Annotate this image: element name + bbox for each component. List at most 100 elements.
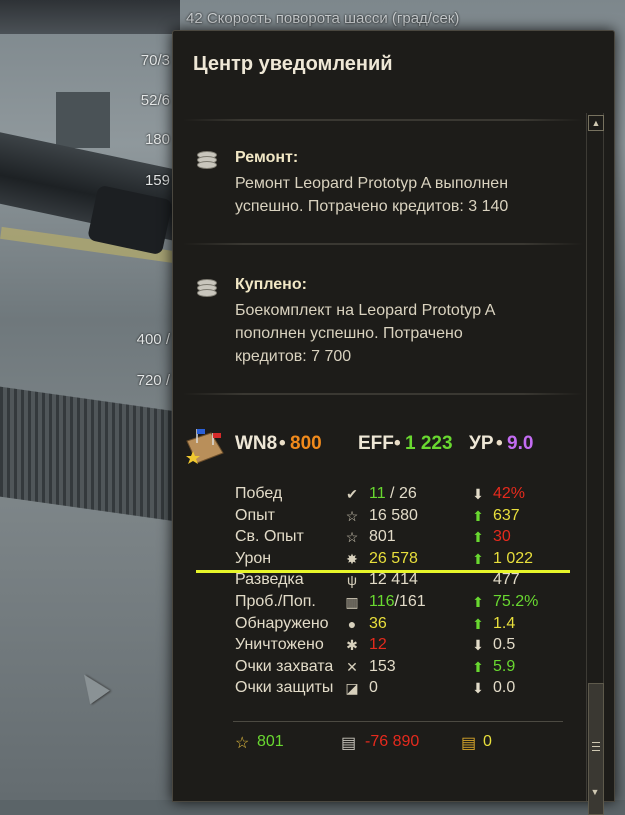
notification-line: Ремонт Leopard Prototyp A выполнен — [235, 175, 509, 192]
stat-value-extra: /161 — [394, 593, 426, 610]
notification-body: Ремонт Leopard Prototyp A выполнен успеш… — [235, 172, 565, 218]
trend-up-icon: ⬆ — [472, 615, 484, 632]
stat-trend-value: 1 022 — [493, 549, 534, 567]
stat-label: Опыт — [235, 506, 275, 524]
stat-value-main: 36 — [369, 614, 387, 632]
divider — [183, 393, 583, 395]
stat-label: Очки захвата — [235, 657, 334, 675]
total-gold-value: 0 — [483, 733, 492, 750]
destroyed-icon: ✱ — [346, 637, 358, 654]
stat-value: 153 — [369, 658, 396, 676]
stat-trend-value: 42% — [493, 485, 526, 502]
rating-dot: • — [279, 433, 286, 454]
ur-value: 9.0 — [507, 433, 534, 454]
stat-row: Очки защиты ◪ 0 ⬇ 0.0 — [235, 679, 565, 700]
divider — [183, 119, 583, 121]
floor-grate — [0, 386, 190, 524]
stat-trend-value: 30 — [493, 528, 511, 546]
trend-down-icon: ⬇ — [472, 486, 484, 502]
stat-value-main: 12 — [369, 636, 387, 654]
stat-value-main: 16 580 — [369, 506, 418, 524]
penetration-icon: ▥ — [345, 594, 359, 610]
vehicle-stat-number: 720 / — [136, 372, 170, 389]
notification-line: пополнен успешно. Потрачено — [235, 325, 463, 342]
vehicle-stat-number: 70/3 — [140, 52, 170, 69]
notification-line: Боекомплект на Leopard Prototyp A — [235, 302, 496, 319]
stat-row: Опыт ☆ 16 580 ⬆ 637 — [235, 507, 565, 528]
eff-value: 1 223 — [405, 433, 453, 454]
eff-label: EFF — [358, 433, 394, 454]
stat-trend-value: 0.5 — [493, 636, 516, 654]
notification-line: кредитов: 7 700 — [235, 348, 352, 365]
stat-label: Обнаружено — [235, 614, 329, 632]
stat-row: Побед ✔ 11 / 26 ⬇ 42% — [235, 485, 565, 506]
scroll-up-button[interactable]: ▲ — [588, 115, 604, 131]
divider — [233, 721, 563, 722]
stat-label: Урон — [235, 549, 272, 567]
stat-trend-value: 75.2% — [493, 593, 539, 610]
detected-icon: ● — [347, 615, 357, 632]
grip-line — [592, 746, 600, 747]
stat-label: Очки защиты — [235, 679, 334, 697]
session-stats-medal-icon — [186, 429, 224, 464]
trend-down-icon: ⬇ — [472, 637, 484, 654]
stat-value-main: 801 — [369, 528, 396, 546]
stat-trend-value: 0.0 — [493, 679, 516, 697]
stat-label: Св. Опыт — [235, 528, 304, 546]
scroll-down-button[interactable]: ▼ — [588, 785, 602, 799]
gold-icon: ▤ — [461, 735, 477, 752]
stat-value-main: 0 — [369, 679, 378, 697]
stat-trend-value: 637 — [493, 506, 520, 524]
stat-value: 801 — [369, 528, 396, 546]
stat-value: 12 414 — [369, 571, 418, 589]
stat-value-extra: / 26 — [385, 485, 417, 502]
vehicle-stat-number: 52/6 — [140, 92, 170, 109]
grip-line — [592, 742, 600, 743]
stat-row: Проб./Поп. ▥ 116/161 ⬆ 75.2% — [235, 593, 565, 614]
damage-icon: ✸ — [346, 550, 358, 567]
session-totals: ☆ 801 ▤ -76 890 ▤ 0 — [183, 721, 583, 761]
ur-label: УР — [469, 433, 494, 454]
defense-icon: ◪ — [345, 680, 359, 697]
rating-dot: • — [496, 433, 503, 454]
rating-dot: • — [394, 433, 401, 454]
stat-row: Св. Опыт ☆ 801 ⬆ 30 — [235, 528, 565, 549]
stat-value: 26 578 — [369, 550, 418, 568]
spotting-icon: ψ — [347, 572, 357, 589]
credits-icon — [197, 279, 217, 299]
vehicle-stat-label: 42 Скорость поворота шасси (град/сек) — [186, 10, 460, 27]
stat-trend-value: 5.9 — [493, 657, 516, 675]
stat-row: Очки захвата ✕ 153 ⬆ 5.9 — [235, 658, 565, 679]
grip-line — [592, 750, 600, 751]
stat-value: 36 — [369, 615, 387, 633]
trend-down-icon: ⬇ — [472, 680, 484, 697]
vehicle-stat-number: 400 / — [136, 331, 170, 348]
wn8-value: 800 — [290, 433, 322, 454]
scrollbar[interactable]: ▲ ▼ — [586, 113, 604, 815]
stat-value-main: 11 — [369, 485, 386, 502]
tank-hull — [0, 0, 180, 34]
rating-header: WN8 • 800 EFF • 1 223 УР • 9.0 — [183, 427, 583, 467]
stat-value: 116/161 — [369, 593, 426, 611]
stat-value-main: 153 — [369, 657, 396, 675]
credits-icon — [197, 151, 217, 171]
stat-value-main: 12 414 — [369, 571, 418, 589]
stat-value: 0 — [369, 679, 378, 697]
star-outline-icon: ☆ — [345, 507, 359, 524]
free-xp-star-icon: ☆ — [345, 529, 359, 546]
stat-value-main: 26 578 — [369, 549, 418, 567]
stat-row: Обнаружено ● 36 ⬆ 1.4 — [235, 615, 565, 636]
trend-up-icon: ⬆ — [472, 507, 484, 524]
trend-up-icon: ⬆ — [472, 529, 484, 546]
vehicle-stat-number: 180 — [144, 131, 170, 148]
stat-row: Уничтожено ✱ 12 ⬇ 0.5 — [235, 636, 565, 657]
stat-label: Побед — [235, 485, 283, 502]
stat-row: Урон ✸ 26 578 ⬆ 1 022 — [235, 550, 565, 571]
stat-label: Разведка — [235, 571, 304, 589]
stat-value: 11 / 26 — [369, 485, 417, 503]
panel-title: Центр уведомлений — [193, 53, 393, 75]
free-xp-icon: ☆ — [235, 735, 250, 752]
stat-value: 12 — [369, 636, 387, 654]
stat-row: Разведка ψ 12 414 477 — [235, 571, 565, 592]
notification-center-panel: Центр уведомлений ▲ ▼ Ремонт: Ремонт Leo… — [172, 30, 615, 815]
